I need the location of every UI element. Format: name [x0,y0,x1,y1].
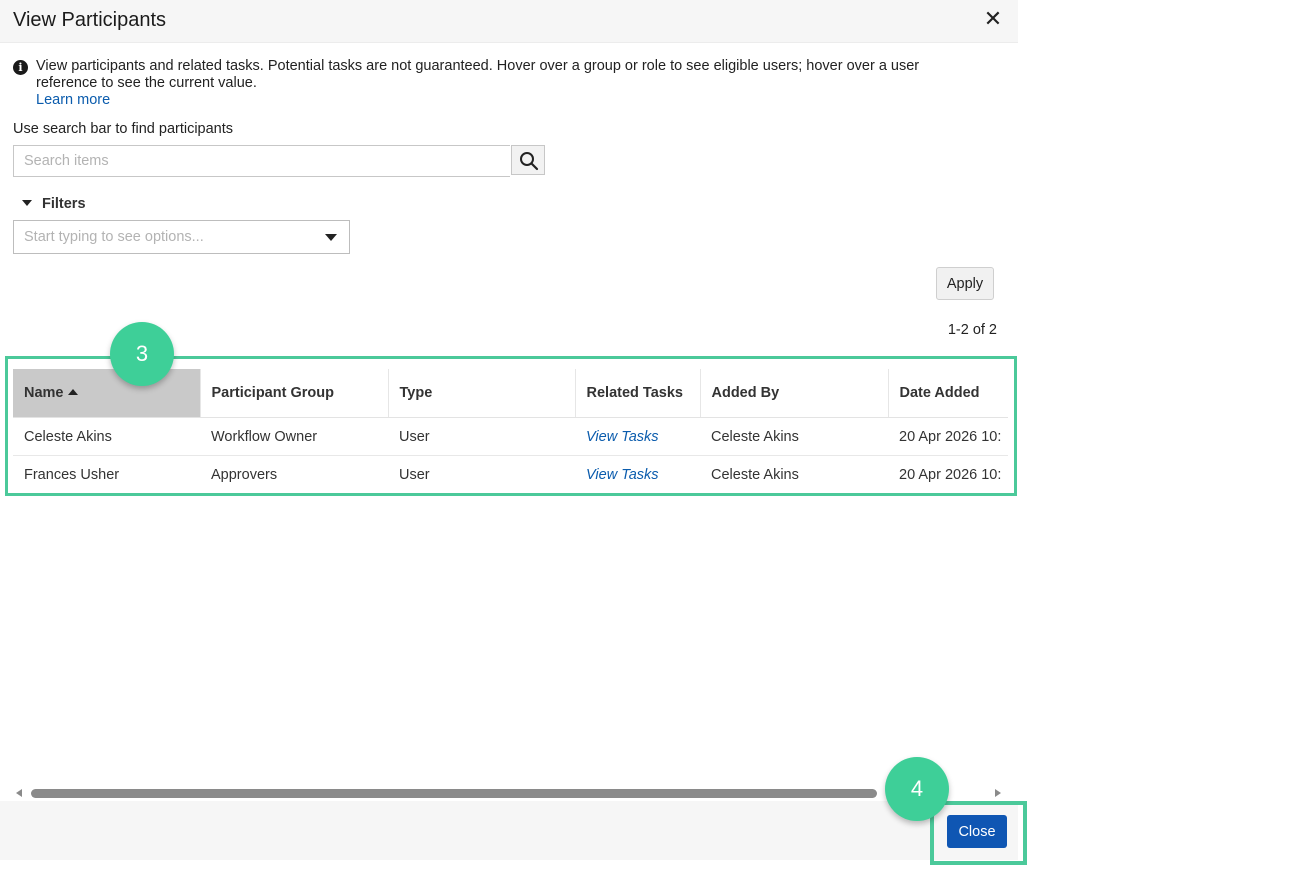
scrollbar-thumb[interactable] [31,789,877,798]
cell-added-by: Celeste Akins [700,417,888,456]
filter-input[interactable] [24,221,314,253]
info-text: View participants and related tasks. Pot… [36,58,920,91]
column-header-date-added[interactable]: Date Added [888,369,1008,418]
column-header-type[interactable]: Type [388,369,576,418]
step-badge-3: 3 [110,322,174,386]
dialog-footer [0,801,1018,860]
step-badge-4: 4 [885,757,949,821]
horizontal-scrollbar[interactable] [13,785,1008,801]
dialog-title: View Participants [13,9,167,31]
search-label: Use search bar to find participants [13,121,234,137]
cell-name: Celeste Akins [13,417,200,456]
cell-date-added: 20 Apr 2026 10: [888,417,1008,456]
learn-more-link[interactable]: Learn more [36,92,110,109]
filter-combobox[interactable] [13,220,350,254]
caret-down-icon [22,200,32,206]
column-header-name[interactable]: Name [13,369,201,418]
search-button[interactable] [511,145,545,175]
cell-type: User [388,455,575,492]
cell-type: User [388,417,575,456]
filters-label: Filters [42,196,86,212]
cell-date-added: 20 Apr 2026 10: [888,455,1008,492]
info-icon: i [13,60,28,75]
table-row: Frances Usher Approvers User View Tasks … [13,455,1008,492]
view-participants-dialog: View Participants ✕ i View participants … [0,0,1018,860]
view-tasks-link[interactable]: View Tasks [575,455,700,492]
cell-participant-group: Workflow Owner [200,417,388,456]
close-icon[interactable]: ✕ [983,6,1003,32]
sort-ascending-icon [67,389,78,395]
filters-toggle[interactable]: Filters [22,196,86,212]
scroll-left-arrow-icon[interactable] [16,789,22,797]
close-button[interactable]: Close [947,815,1007,848]
column-header-related-tasks[interactable]: Related Tasks [575,369,701,418]
table-row: Celeste Akins Workflow Owner User View T… [13,417,1008,456]
participants-table-container: Name Participant Group Type Related Task… [13,369,1008,492]
pagination-count: 1-2 of 2 [947,322,997,338]
search-input[interactable] [13,145,510,177]
dialog-header: View Participants ✕ [0,0,1018,43]
cell-name: Frances Usher [13,455,200,492]
view-tasks-link[interactable]: View Tasks [575,417,700,456]
search-icon [520,152,539,171]
chevron-down-icon[interactable] [325,234,337,241]
cell-added-by: Celeste Akins [700,455,888,492]
cell-participant-group: Approvers [200,455,388,492]
apply-button[interactable]: Apply [936,267,994,300]
column-header-added-by[interactable]: Added By [700,369,889,418]
scroll-right-arrow-icon[interactable] [995,789,1001,797]
column-header-participant-group[interactable]: Participant Group [200,369,389,418]
participants-table: Name Participant Group Type Related Task… [13,369,1008,492]
